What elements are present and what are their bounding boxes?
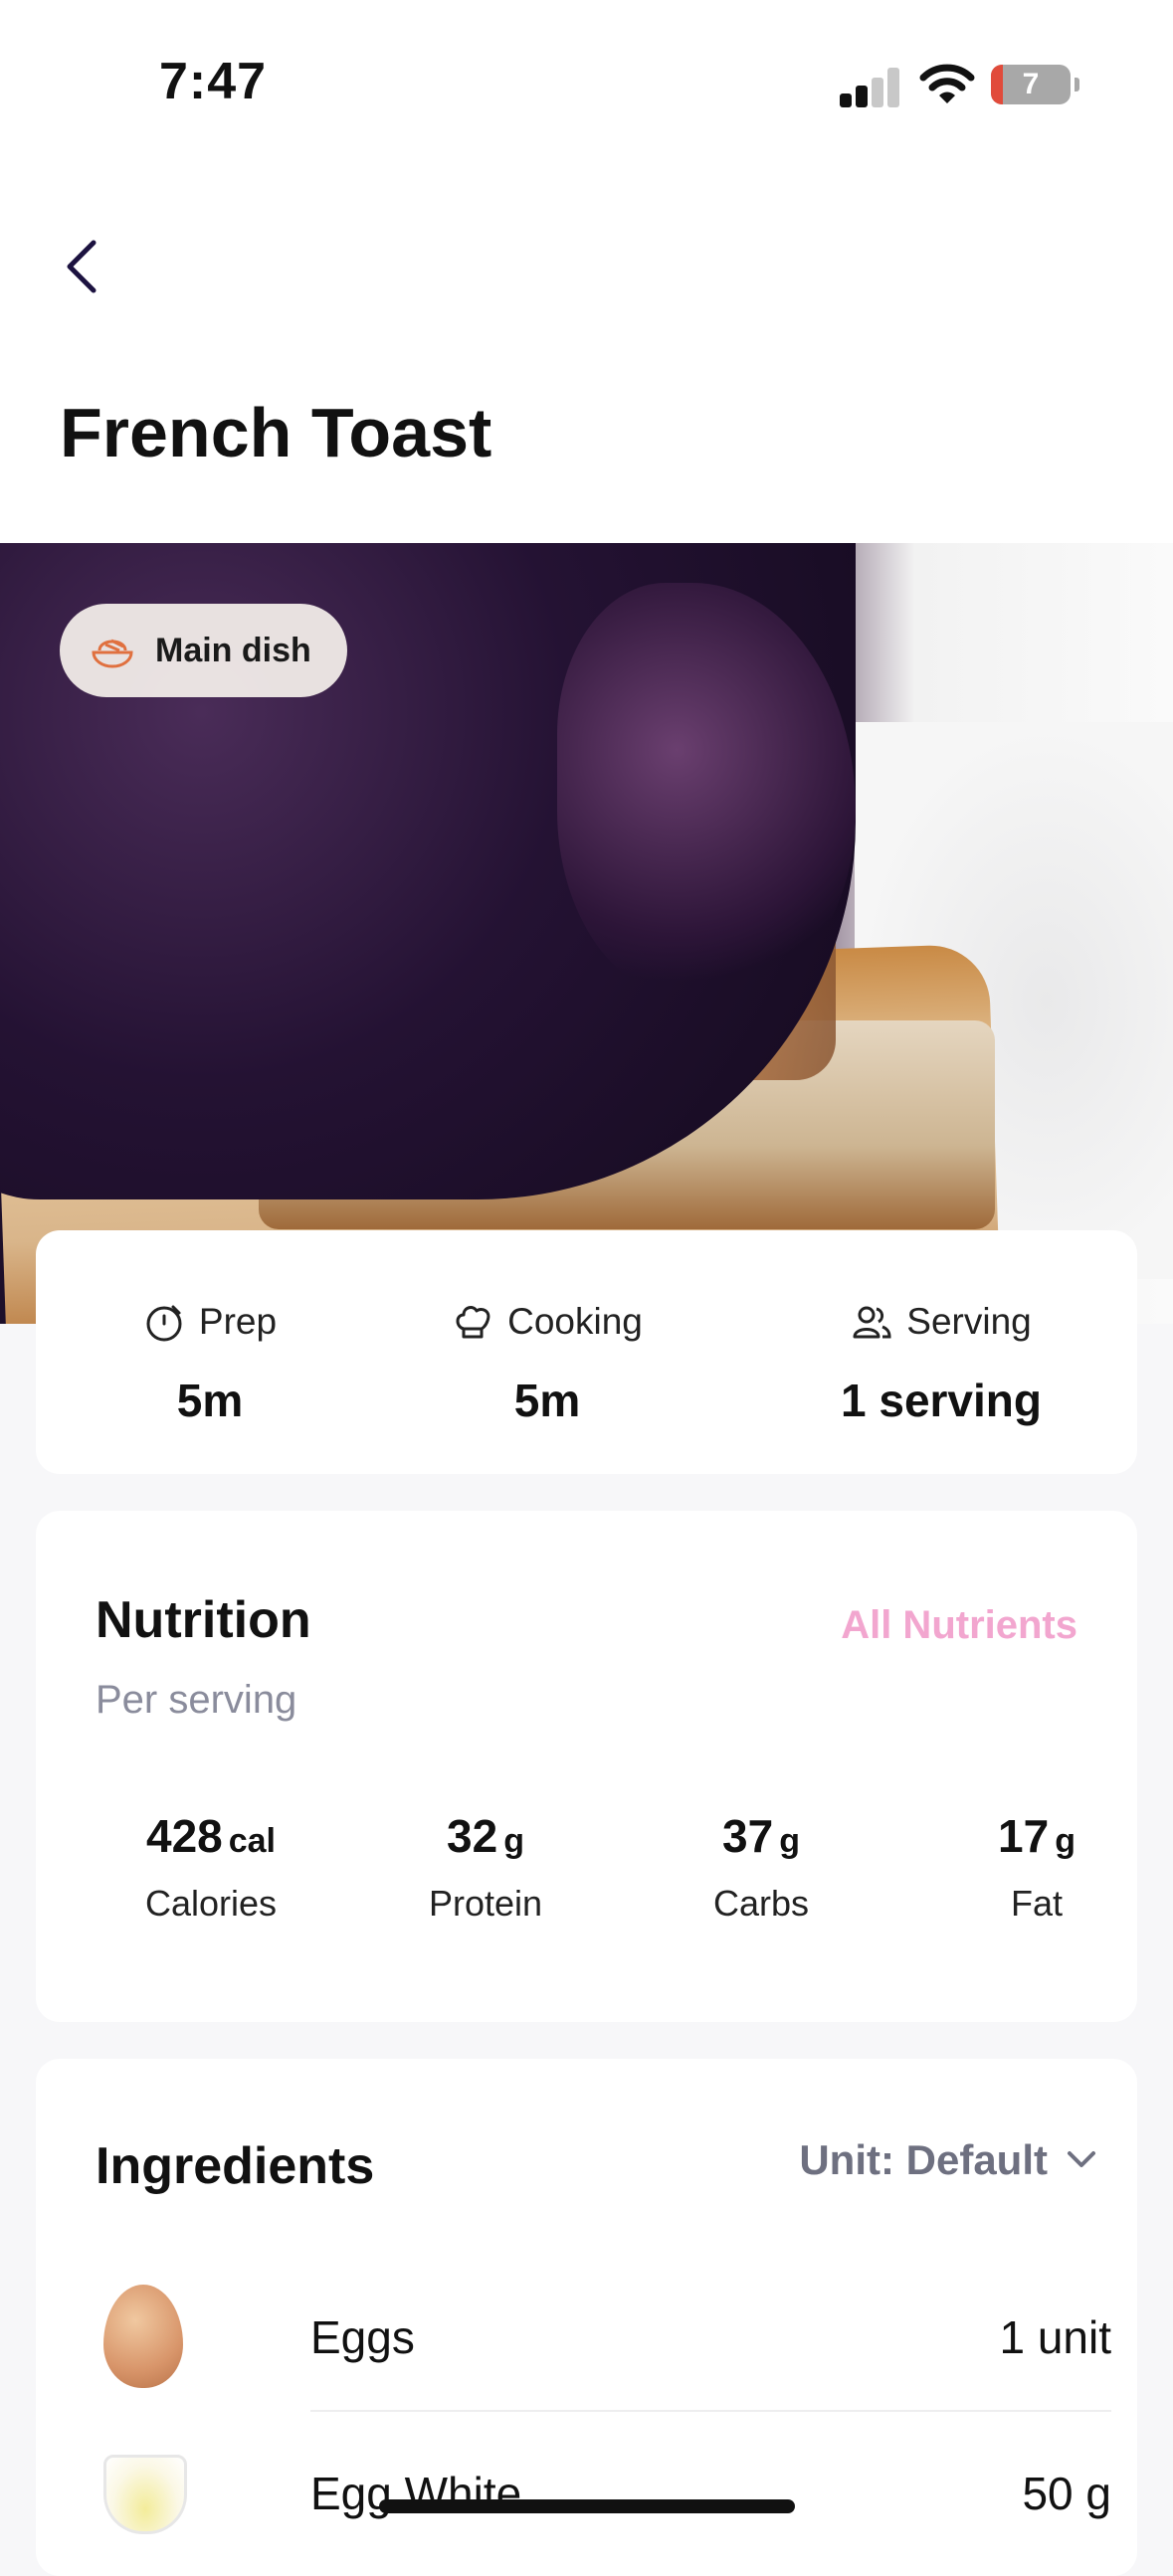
fat-value: 17 — [998, 1810, 1050, 1862]
meta-cooking-value: 5m — [513, 1375, 581, 1426]
status-time: 7:47 — [159, 53, 268, 110]
ingredients-title: Ingredients — [96, 2137, 375, 2195]
carbs-label: Carbs — [712, 1883, 810, 1924]
meta-serving-value: 1 serving — [841, 1375, 1042, 1426]
nutrition-protein: 32 g Protein — [348, 1809, 623, 1925]
cellular-signal-icon — [840, 66, 901, 107]
ingredient-row[interactable]: Eggs 1 unit — [96, 2263, 1111, 2412]
protein-label: Protein — [428, 1883, 543, 1924]
carbs-unit: g — [779, 1822, 800, 1860]
meta-prep-label: Prep — [198, 1301, 278, 1342]
recipe-meta-card: Prep 5m Cooking 5m Serving 1 serving — [36, 1230, 1137, 1474]
timer-icon — [146, 1305, 182, 1342]
ingredient-quantity: 50 g — [1022, 2468, 1111, 2519]
nutrition-card: Nutrition All Nutrients Per serving 428 c… — [36, 1511, 1137, 2022]
dish-icon — [92, 639, 133, 668]
meta-serving-label: Serving — [906, 1301, 1032, 1342]
calories-label: Calories — [144, 1883, 278, 1924]
nutrition-subtitle: Per serving — [96, 1678, 297, 1722]
nutrition-carbs: 37 g Carbs — [624, 1809, 898, 1925]
category-tag: Main dish — [60, 604, 347, 697]
calories-value: 428 — [145, 1810, 223, 1862]
ingredient-name: Eggs — [310, 2311, 415, 2363]
carbs-value: 37 — [722, 1810, 774, 1862]
unit-selector[interactable]: Unit: Default — [799, 2136, 1097, 2184]
ingredient-row[interactable]: Egg White 50 g — [96, 2419, 1111, 2568]
meta-cooking-label: Cooking — [507, 1301, 643, 1342]
egg-image — [103, 2285, 183, 2388]
fat-label: Fat — [1010, 1883, 1063, 1924]
home-indicator[interactable] — [379, 2499, 795, 2513]
protein-value: 32 — [447, 1810, 498, 1862]
category-tag-label: Main dish — [155, 631, 311, 669]
page-title: French Toast — [60, 394, 492, 471]
battery-level: 7 — [1022, 68, 1040, 100]
back-chevron-icon[interactable] — [56, 235, 105, 298]
nutrition-calories: 428 cal Calories — [74, 1809, 348, 1925]
ingredients-card: Ingredients Unit: Default Eggs 1 unit Eg… — [36, 2059, 1137, 2576]
calories-unit: cal — [228, 1822, 276, 1860]
ingredient-divider — [310, 2410, 1111, 2412]
egg-white-image — [103, 2441, 187, 2544]
nutrition-title: Nutrition — [96, 1591, 311, 1649]
nutrition-fat: 17 g Fat — [899, 1809, 1173, 1925]
people-icon — [853, 1306, 891, 1339]
ingredient-quantity: 1 unit — [999, 2311, 1111, 2363]
meta-serving: Serving 1 serving — [752, 1298, 1130, 1427]
fat-unit: g — [1055, 1822, 1075, 1860]
meta-prep-value: 5m — [176, 1375, 244, 1426]
all-nutrients-link[interactable]: All Nutrients — [841, 1603, 1077, 1648]
chef-hat-icon — [456, 1306, 490, 1339]
battery-icon: 7 — [991, 65, 1079, 104]
wifi-icon — [919, 64, 975, 103]
meta-prep: Prep 5m — [46, 1298, 374, 1427]
unit-selector-label: Unit: Default — [799, 2136, 1048, 2183]
chevron-down-icon — [1068, 2151, 1095, 2167]
protein-unit: g — [503, 1822, 524, 1860]
meta-cooking: Cooking 5m — [388, 1298, 706, 1427]
